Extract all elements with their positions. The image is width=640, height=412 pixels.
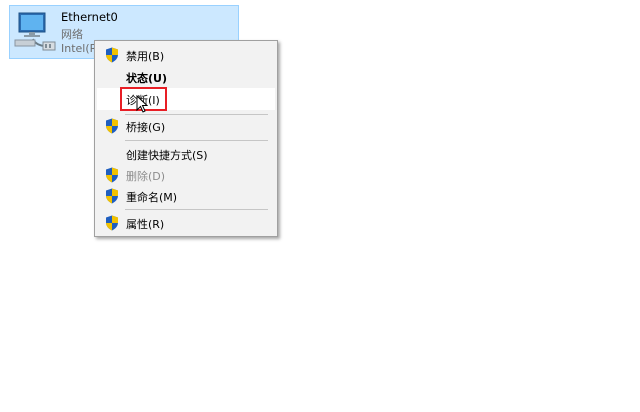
mouse-cursor-icon (136, 95, 148, 113)
context-menu: 禁用(B) 状态(U) 诊断(I) 桥接(G) 创建快捷方式(S) 删除(D) … (94, 40, 278, 237)
menu-item-delete: 删除(D) (97, 164, 275, 186)
adapter-name: Ethernet0 (61, 10, 118, 24)
adapter-status: 网络 (61, 28, 83, 41)
uac-shield-icon (106, 47, 118, 63)
menu-item-label: 创建快捷方式(S) (126, 149, 208, 162)
menu-item-create-shortcut[interactable]: 创建快捷方式(S) (97, 143, 275, 165)
uac-shield-icon (106, 167, 118, 183)
menu-item-label: 桥接(G) (126, 121, 166, 134)
menu-item-status[interactable]: 状态(U) (97, 66, 275, 88)
menu-item-label: 禁用(B) (126, 50, 165, 63)
uac-shield-icon (106, 215, 118, 231)
menu-separator (125, 140, 268, 141)
menu-item-properties[interactable]: 属性(R) (97, 212, 275, 234)
menu-item-label: 状态(U) (126, 72, 167, 85)
uac-shield-icon (106, 118, 118, 134)
menu-item-label: 删除(D) (126, 170, 166, 183)
desktop-area: Ethernet0 网络 Intel(R) 82574L Gigabit Net… (0, 0, 640, 412)
menu-item-rename[interactable]: 重命名(M) (97, 185, 275, 207)
menu-item-bridge[interactable]: 桥接(G) (97, 115, 275, 137)
menu-separator (125, 209, 268, 210)
uac-shield-icon (106, 188, 118, 204)
menu-item-label: 重命名(M) (126, 191, 178, 204)
menu-item-label: 属性(R) (126, 218, 165, 231)
network-adapter-icon (14, 12, 56, 51)
menu-item-disable[interactable]: 禁用(B) (97, 44, 275, 66)
